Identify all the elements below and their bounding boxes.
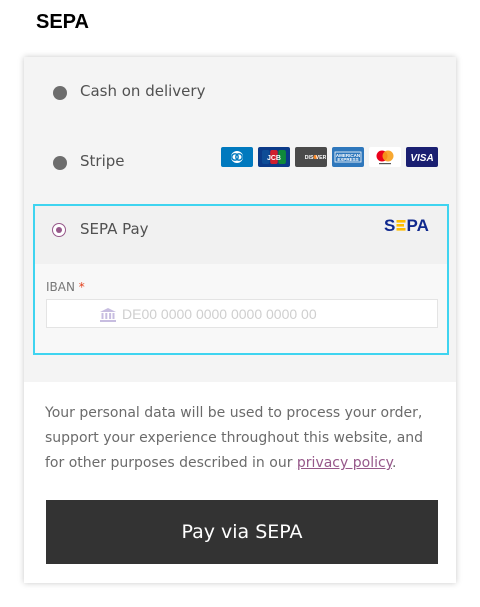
iban-field[interactable]: [46, 299, 438, 328]
svg-text:EXPRESS: EXPRESS: [337, 157, 358, 162]
svg-text:VER: VER: [316, 155, 326, 161]
bank-icon: [100, 307, 116, 326]
sepa-logo-icon: S PA: [384, 215, 438, 239]
cash-radio[interactable]: [53, 86, 67, 100]
checkout-payment-card: Cash on delivery Stripe JCB DISC VER AMER…: [24, 57, 456, 583]
diners-club-icon: [221, 147, 253, 167]
sepa-radio[interactable]: [52, 223, 66, 237]
pay-via-sepa-button[interactable]: Pay via SEPA: [46, 500, 438, 564]
payment-methods-list: Cash on delivery Stripe JCB DISC VER AMER…: [24, 57, 456, 382]
required-mark: *: [78, 280, 85, 294]
stripe-radio[interactable]: [53, 156, 67, 170]
payment-method-sepa[interactable]: SEPA Pay S PA IBAN *: [33, 204, 449, 355]
privacy-suffix: .: [391, 455, 397, 471]
iban-label-text: IBAN: [46, 280, 75, 294]
svg-text:S: S: [384, 216, 395, 235]
payment-method-cash[interactable]: Cash on delivery: [24, 60, 456, 120]
svg-text:JCB: JCB: [267, 155, 281, 162]
privacy-notice: Your personal data will be used to proce…: [45, 401, 440, 476]
iban-input[interactable]: [122, 300, 422, 327]
cash-label: Cash on delivery: [80, 82, 206, 100]
visa-icon: VISA: [406, 147, 438, 167]
privacy-policy-link[interactable]: privacy policy: [297, 455, 392, 471]
sepa-iban-fields: IBAN *: [35, 264, 447, 353]
iban-label: IBAN *: [46, 280, 85, 294]
svg-text:PA: PA: [407, 216, 429, 235]
stripe-label: Stripe: [80, 152, 125, 170]
jcb-icon: JCB: [258, 147, 290, 167]
stripe-card-icons: JCB DISC VER AMERICAN EXPRESS VISA: [221, 147, 438, 167]
discover-icon: DISC VER: [295, 147, 327, 167]
mastercard-icon: [369, 147, 401, 167]
svg-text:VISA: VISA: [410, 153, 433, 163]
page-title: SEPA: [36, 11, 89, 33]
sepa-label: SEPA Pay: [80, 220, 149, 238]
american-express-icon: AMERICAN EXPRESS: [332, 147, 364, 167]
